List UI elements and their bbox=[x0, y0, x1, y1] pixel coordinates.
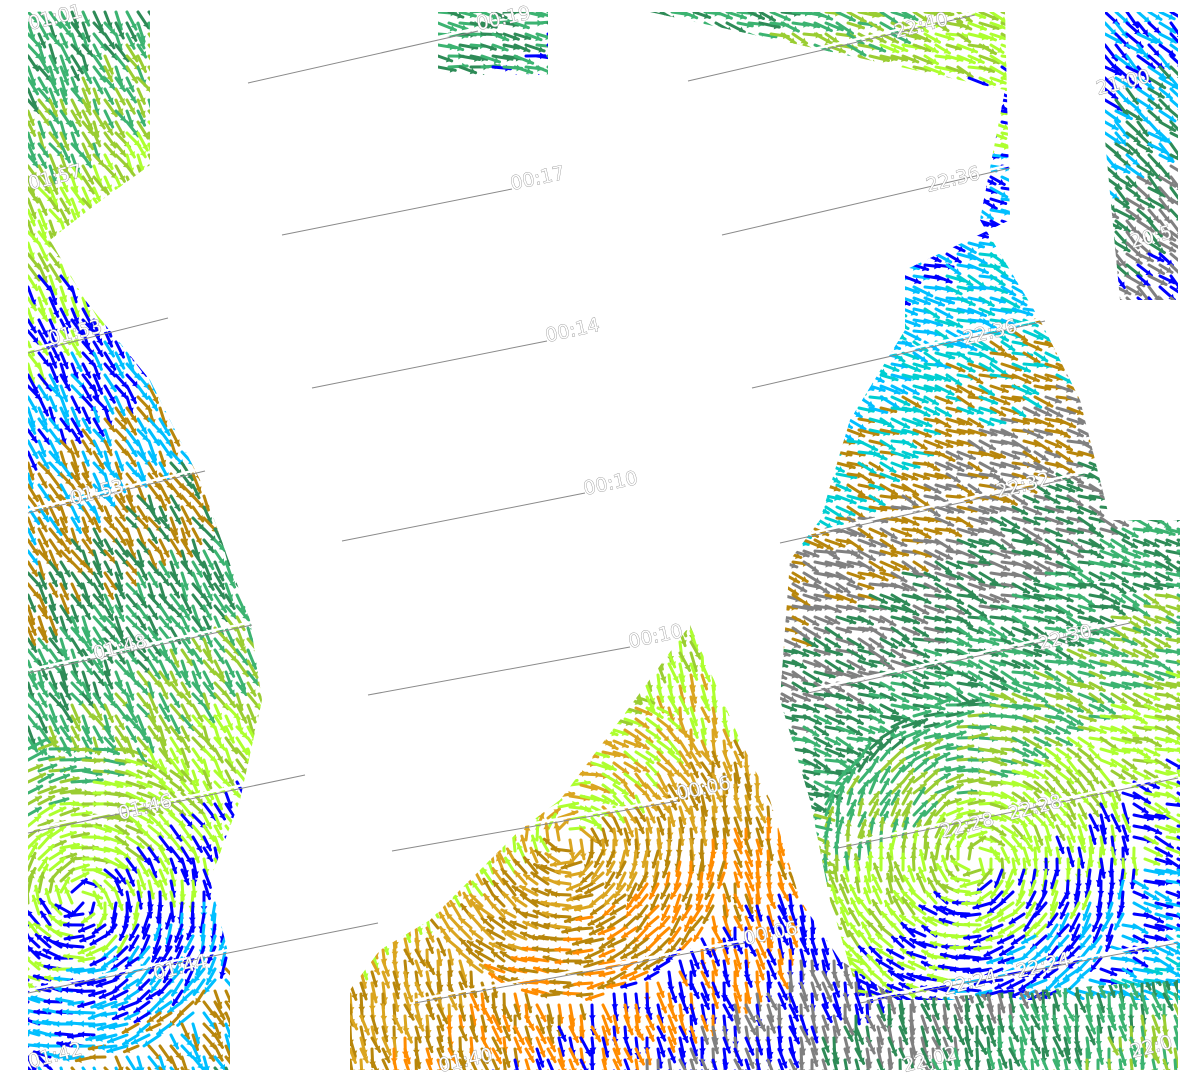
track-outline-2 bbox=[281, 188, 513, 236]
track-line-5 bbox=[367, 642, 631, 694]
time-label-center-5: 00:10 bbox=[626, 620, 684, 653]
time-label-far-right-3: 22:0 bbox=[1128, 1031, 1175, 1063]
track-line-2 bbox=[281, 184, 513, 234]
track-outline-5 bbox=[367, 646, 631, 696]
track-outline-3 bbox=[311, 340, 548, 389]
time-label-right-2: 22:36 bbox=[924, 162, 982, 197]
time-label-center-1: 00:19 bbox=[474, 2, 532, 35]
track-line-1 bbox=[247, 26, 479, 82]
wind-vector-map: 00:19 00:17 00:14 00:10 00:10 00:06 00:0… bbox=[26, 0, 1180, 1077]
track-line-3 bbox=[311, 336, 548, 387]
track-outline-4 bbox=[341, 492, 586, 542]
time-label-center-8: 01:40 bbox=[436, 1044, 494, 1077]
time-label-left-7: 01:44 bbox=[151, 950, 209, 985]
time-label-right-5: 22:30 bbox=[1036, 620, 1094, 655]
time-label-center-4: 00:10 bbox=[581, 467, 639, 500]
time-label-right-10: 22:02 bbox=[901, 1042, 959, 1077]
track-line-4 bbox=[341, 488, 586, 540]
time-label-center-2: 00:17 bbox=[508, 162, 566, 195]
wind-vectors bbox=[28, 10, 1180, 1070]
time-label-center-3: 00:14 bbox=[543, 314, 601, 347]
time-label-right-9: 22:24 bbox=[1014, 948, 1072, 983]
vector-field-4 bbox=[1105, 12, 1178, 300]
